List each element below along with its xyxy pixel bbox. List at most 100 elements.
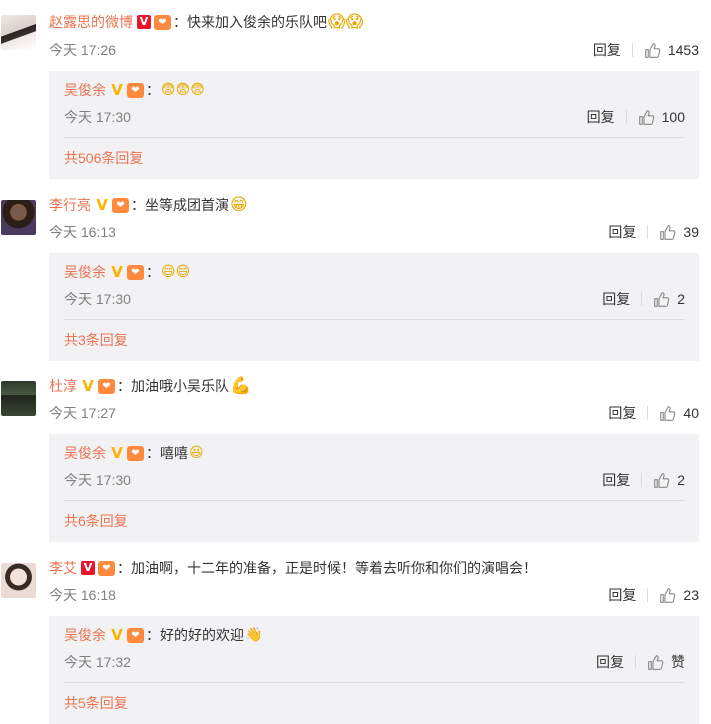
thumb-up-icon[interactable]: [659, 587, 676, 604]
reply-actions: 回复 赞: [596, 653, 685, 671]
thumb-up-icon[interactable]: [653, 291, 670, 308]
reply-button[interactable]: 回复: [602, 290, 630, 308]
reply-author-name[interactable]: 吴俊余: [64, 444, 106, 462]
thumb-up-icon[interactable]: [644, 42, 661, 59]
author-name[interactable]: 赵露思的微博: [49, 13, 133, 31]
verified-v-icon: V: [111, 81, 123, 99]
author-name[interactable]: 杜淳: [49, 377, 77, 395]
verified-v-icon: V: [137, 15, 151, 29]
scream-emoji-icon: 😱😱: [328, 12, 364, 32]
reply-button[interactable]: 回复: [596, 653, 624, 671]
reply-block: 吴俊余 V ❤ ：嘻嘻 😆 今天 17:30 回复 2 共6条回复: [49, 434, 699, 542]
timestamp: 今天 16:18: [49, 587, 116, 603]
more-replies-link[interactable]: 共3条回复: [64, 331, 128, 349]
verified-v-icon: V: [111, 263, 123, 281]
thumb-up-icon[interactable]: [659, 405, 676, 422]
divider: [64, 137, 685, 138]
divider: [641, 473, 643, 487]
reply-text: ：: [146, 82, 160, 98]
like-count: 40: [683, 405, 699, 421]
verified-v-icon: V: [111, 444, 123, 462]
like-count: 39: [683, 224, 699, 240]
avatar[interactable]: [1, 15, 36, 50]
emoji-icon: 😨😨😨: [161, 82, 205, 98]
reply-text: ：嘻嘻: [146, 445, 188, 461]
timestamp: 今天 16:13: [49, 224, 116, 240]
divider: [647, 588, 649, 602]
more-replies-link[interactable]: 共5条回复: [64, 694, 128, 712]
comment-header: 赵露思的微博 V ❤ ：快来加入俊余的乐队吧 😱😱: [49, 13, 363, 31]
more-replies-link[interactable]: 共6条回复: [64, 512, 128, 530]
reply-timestamp: 今天 17:32: [64, 654, 131, 670]
avatar[interactable]: [1, 563, 36, 598]
divider: [64, 319, 685, 320]
reply-button[interactable]: 回复: [608, 586, 636, 604]
reply-header: 吴俊余 V ❤ ：嘻嘻 😆: [64, 444, 204, 462]
reply-button[interactable]: 回复: [587, 108, 615, 126]
grin-emoji-icon: 😁: [230, 195, 248, 215]
fan-level-heart-icon: ❤: [154, 14, 171, 30]
reply-author-name[interactable]: 吴俊余: [64, 626, 106, 644]
reply-block: 吴俊余 V ❤ ： 😄😄 今天 17:30 回复 2 共3条回复: [49, 253, 699, 361]
comment-text: ：坐等成团首演: [131, 197, 229, 213]
comment-actions: 回复 23: [608, 586, 699, 604]
reply-button[interactable]: 回复: [593, 41, 621, 59]
like-count: 23: [683, 587, 699, 603]
reply-text: ：好的好的欢迎: [146, 627, 244, 643]
like-count: 1453: [667, 42, 699, 58]
fan-level-heart-icon: ❤: [127, 627, 144, 643]
reply-timestamp: 今天 17:30: [64, 472, 131, 488]
thumb-up-icon[interactable]: [653, 472, 670, 489]
reply-header: 吴俊余 V ❤ ： 😄😄: [64, 263, 190, 281]
like-count: 2: [677, 472, 685, 488]
avatar[interactable]: [1, 200, 36, 235]
verified-v-icon: V: [96, 196, 108, 214]
reply-timestamp: 今天 17:30: [64, 291, 131, 307]
reply-header: 吴俊余 V ❤ ： 😨😨😨: [64, 81, 205, 99]
divider: [647, 406, 649, 420]
fan-level-heart-icon: ❤: [127, 445, 144, 461]
verified-v-icon: V: [81, 561, 95, 575]
fan-level-heart-icon: ❤: [98, 378, 115, 394]
comment-header: 杜淳 V ❤ ：加油哦小吴乐队 💪: [49, 377, 251, 395]
like-count: 2: [677, 291, 685, 307]
thumb-up-icon[interactable]: [638, 109, 655, 126]
comment-actions: 回复 40: [608, 404, 699, 422]
avatar[interactable]: [1, 381, 36, 416]
verified-v-icon: V: [111, 626, 123, 644]
comment-header: 李艾 V ❤ ：加油啊，十二年的准备，正是时候！等着去听你和你们的演唱会！: [49, 559, 537, 577]
comment-actions: 回复 39: [608, 223, 699, 241]
laugh-emoji-icon: 😆: [189, 445, 204, 461]
divider: [64, 682, 685, 683]
fan-level-heart-icon: ❤: [127, 264, 144, 280]
like-count: 赞: [671, 654, 685, 670]
author-name[interactable]: 李行亮: [49, 196, 91, 214]
fan-level-heart-icon: ❤: [112, 197, 129, 213]
thumb-up-icon[interactable]: [647, 654, 664, 671]
comment-text: ：快来加入俊余的乐队吧: [173, 14, 327, 30]
thumb-up-icon[interactable]: [659, 224, 676, 241]
reply-button[interactable]: 回复: [602, 471, 630, 489]
reply-header: 吴俊余 V ❤ ：好的好的欢迎 👋: [64, 626, 262, 644]
divider: [625, 110, 627, 124]
comment-text: ：加油啊，十二年的准备，正是时候！等着去听你和你们的演唱会！: [117, 560, 537, 576]
reply-actions: 回复 2: [602, 290, 685, 308]
reply-actions: 回复 100: [587, 108, 685, 126]
reply-actions: 回复 2: [602, 471, 685, 489]
reply-block: 吴俊余 V ❤ ：好的好的欢迎 👋 今天 17:32 回复 赞 共5条回复: [49, 616, 699, 724]
reply-author-name[interactable]: 吴俊余: [64, 263, 106, 281]
flexed-bicep-emoji-icon: 💪: [230, 376, 252, 396]
fan-level-heart-icon: ❤: [127, 82, 144, 98]
author-name[interactable]: 李艾: [49, 559, 77, 577]
comment-header: 李行亮 V ❤ ：坐等成团首演 😁: [49, 196, 248, 214]
divider: [641, 292, 643, 306]
reply-button[interactable]: 回复: [608, 404, 636, 422]
more-replies-link[interactable]: 共506条回复: [64, 149, 143, 167]
reply-text: ：: [146, 264, 160, 280]
divider: [635, 655, 636, 669]
divider: [631, 43, 633, 57]
comment-text: ：加油哦小吴乐队: [117, 378, 229, 394]
like-count: 100: [661, 109, 685, 125]
reply-button[interactable]: 回复: [608, 223, 636, 241]
reply-author-name[interactable]: 吴俊余: [64, 81, 106, 99]
